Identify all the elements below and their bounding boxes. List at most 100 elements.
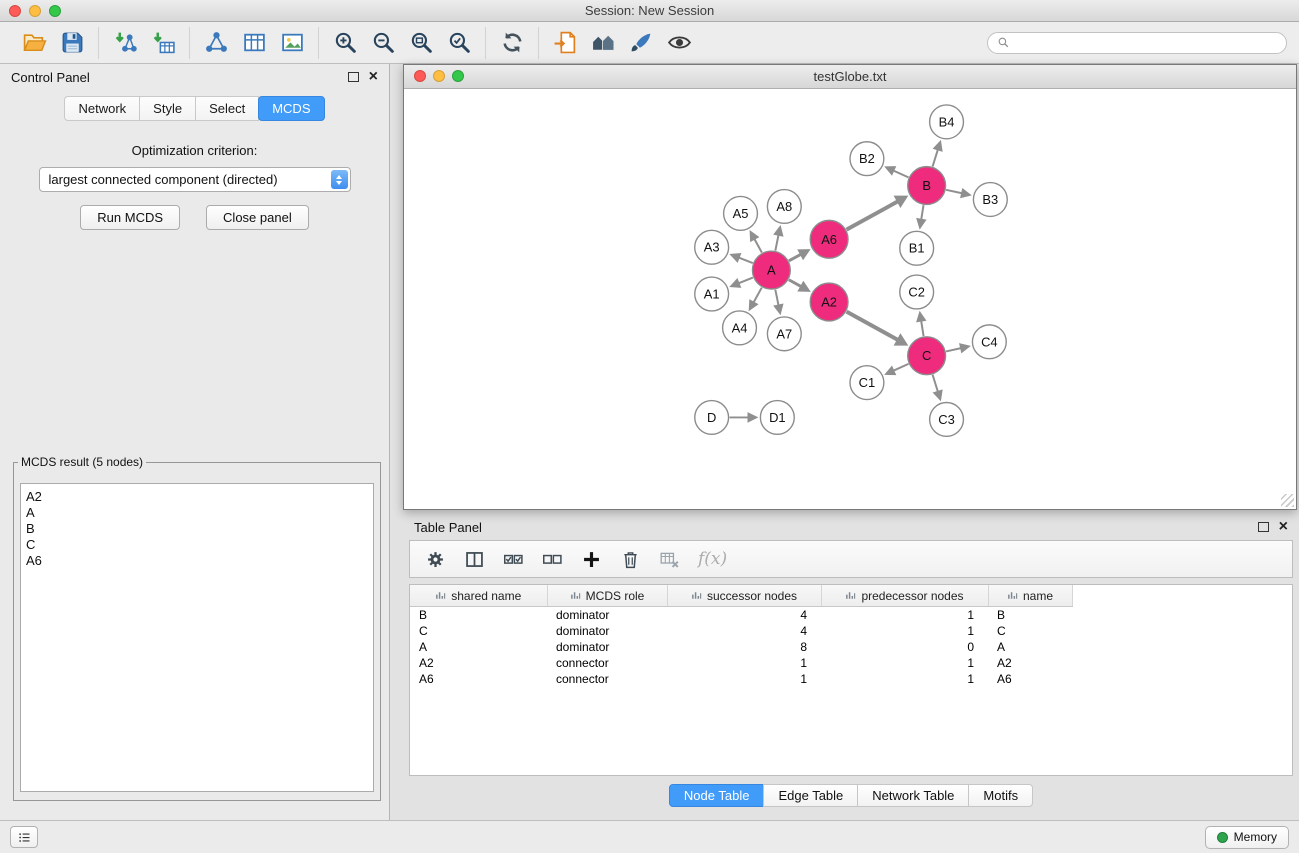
tab-style[interactable]: Style — [139, 96, 196, 121]
tab-select[interactable]: Select — [195, 96, 259, 121]
edge-A-A4[interactable] — [749, 288, 762, 312]
table-cell[interactable]: dominator — [547, 639, 667, 655]
table-cell[interactable]: A2 — [410, 655, 547, 671]
node-A6[interactable]: A6 — [810, 220, 848, 258]
edge-C-C2[interactable] — [916, 311, 926, 336]
edge-C-C4[interactable] — [946, 343, 971, 353]
settings-gear-button[interactable] — [420, 544, 450, 574]
tab-node-table[interactable]: Node Table — [669, 784, 765, 807]
node-C[interactable]: C — [908, 337, 946, 375]
column-layout-button[interactable] — [459, 544, 489, 574]
table-cell[interactable]: A6 — [410, 671, 547, 687]
node-B[interactable]: B — [908, 167, 946, 205]
table-cell[interactable]: 1 — [667, 655, 821, 671]
edge-C-C1[interactable] — [884, 364, 908, 375]
close-window-button[interactable] — [9, 5, 21, 17]
zoom-out-button[interactable] — [366, 27, 400, 59]
node-B1[interactable]: B1 — [900, 231, 934, 265]
minimize-window-button[interactable] — [29, 5, 41, 17]
edge-A-A7[interactable] — [773, 290, 783, 316]
import-table-file-button[interactable] — [146, 27, 180, 59]
search-box[interactable] — [987, 32, 1287, 54]
delete-column-button[interactable] — [615, 544, 645, 574]
mcds-result-item[interactable]: A2 — [26, 489, 368, 505]
node-A8[interactable]: A8 — [767, 190, 801, 224]
network-graph[interactable]: B4B2BB3A8A5A6A3B1AC2A1A2A4A7C4CC1DD1C3 — [404, 89, 1296, 509]
table-row[interactable]: Adominator80A — [410, 639, 1072, 655]
tab-mcds[interactable]: MCDS — [258, 96, 324, 121]
table-cell[interactable]: C — [988, 623, 1072, 639]
resize-grip-icon[interactable] — [1281, 494, 1294, 507]
column-header-predecessor-nodes[interactable]: predecessor nodes — [821, 585, 988, 607]
mcds-result-item[interactable]: A — [26, 505, 368, 521]
table-row[interactable]: A6connector11A6 — [410, 671, 1072, 687]
zoom-selected-button[interactable] — [442, 27, 476, 59]
edge-A-A2[interactable] — [789, 280, 811, 292]
zoom-view-button[interactable] — [452, 70, 464, 82]
float-panel-icon[interactable] — [348, 72, 359, 82]
table-cell[interactable]: 1 — [821, 671, 988, 687]
node-A1[interactable]: A1 — [695, 277, 729, 311]
table-row[interactable]: Cdominator41C — [410, 623, 1072, 639]
close-view-button[interactable] — [414, 70, 426, 82]
table-button[interactable] — [237, 27, 271, 59]
node-D1[interactable]: D1 — [760, 401, 794, 435]
zoom-in-button[interactable] — [328, 27, 362, 59]
table-cell[interactable]: dominator — [547, 607, 667, 624]
edge-B-B4[interactable] — [933, 140, 943, 167]
table-cell[interactable]: A — [410, 639, 547, 655]
table-row[interactable]: A2connector11A2 — [410, 655, 1072, 671]
node-D[interactable]: D — [695, 401, 729, 435]
column-header-MCDS-role[interactable]: MCDS role — [547, 585, 667, 607]
table-cell[interactable]: 1 — [821, 623, 988, 639]
search-input[interactable] — [1015, 35, 1277, 51]
mcds-result-item[interactable]: C — [26, 537, 368, 553]
tab-network-table[interactable]: Network Table — [857, 784, 969, 807]
table-cell[interactable]: 8 — [667, 639, 821, 655]
network-canvas[interactable]: B4B2BB3A8A5A6A3B1AC2A1A2A4A7C4CC1DD1C3 — [404, 89, 1296, 509]
import-network-file-button[interactable] — [108, 27, 142, 59]
node-B3[interactable]: B3 — [973, 183, 1007, 217]
table-cell[interactable]: C — [410, 623, 547, 639]
table-cell[interactable]: dominator — [547, 623, 667, 639]
column-header-successor-nodes[interactable]: successor nodes — [667, 585, 821, 607]
edge-B-B1[interactable] — [916, 205, 926, 229]
tab-motifs[interactable]: Motifs — [968, 784, 1033, 807]
table-cell[interactable]: A2 — [988, 655, 1072, 671]
mcds-result-item[interactable]: A6 — [26, 553, 368, 569]
table-cell[interactable]: 0 — [821, 639, 988, 655]
table-cell[interactable]: A6 — [988, 671, 1072, 687]
node-C4[interactable]: C4 — [972, 325, 1006, 359]
select-all-columns-button[interactable] — [498, 544, 528, 574]
node-C1[interactable]: C1 — [850, 366, 884, 400]
edge-B-B2[interactable] — [884, 166, 908, 177]
minimize-view-button[interactable] — [433, 70, 445, 82]
node-A7[interactable]: A7 — [767, 317, 801, 351]
edge-A-A1[interactable] — [729, 278, 753, 288]
network-button[interactable] — [199, 27, 233, 59]
node-C3[interactable]: C3 — [930, 403, 964, 437]
table-cell[interactable]: connector — [547, 655, 667, 671]
float-table-panel-icon[interactable] — [1258, 522, 1269, 532]
eye-button[interactable] — [662, 27, 696, 59]
table-cell[interactable]: B — [988, 607, 1072, 624]
node-A2[interactable]: A2 — [810, 283, 848, 321]
open-file-button[interactable] — [17, 27, 51, 59]
add-column-button[interactable] — [576, 544, 606, 574]
node-A4[interactable]: A4 — [723, 311, 757, 345]
table-cell[interactable]: B — [410, 607, 547, 624]
table-cell[interactable]: 1 — [667, 671, 821, 687]
close-panel-button[interactable]: Close panel — [206, 205, 309, 230]
network-overview-button[interactable] — [586, 27, 620, 59]
memory-button[interactable]: Memory — [1205, 826, 1289, 849]
close-table-panel-icon[interactable]: × — [1279, 519, 1288, 535]
run-mcds-button[interactable]: Run MCDS — [80, 205, 180, 230]
edge-A2-C[interactable] — [847, 312, 909, 346]
node-A5[interactable]: A5 — [724, 196, 758, 230]
edge-C-C3[interactable] — [933, 375, 943, 402]
node-C2[interactable]: C2 — [900, 275, 934, 309]
table-cell[interactable]: 1 — [821, 655, 988, 671]
tab-network[interactable]: Network — [64, 96, 140, 121]
close-panel-icon[interactable]: × — [369, 69, 378, 85]
table-cell[interactable]: 1 — [821, 607, 988, 624]
